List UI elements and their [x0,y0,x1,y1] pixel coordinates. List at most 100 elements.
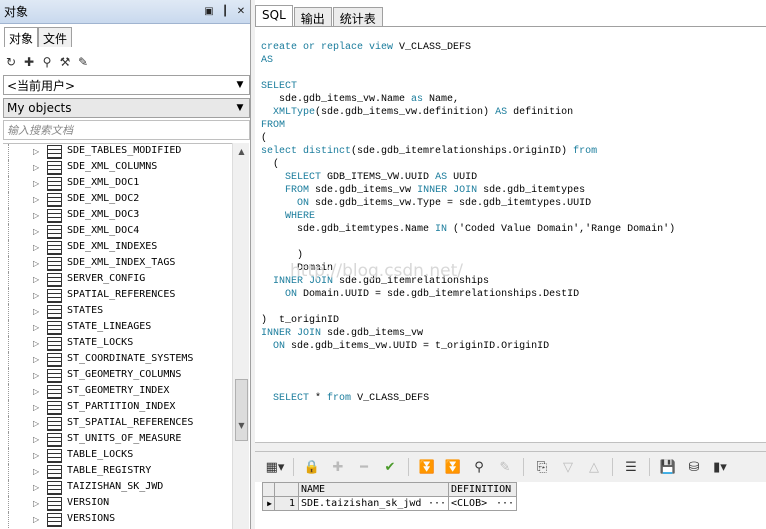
tree-item[interactable]: ▷ TABLE_LOCKS [3,448,232,464]
expand-arrow-icon[interactable]: ▷ [33,499,41,509]
expand-arrow-icon[interactable]: ▷ [33,419,41,429]
expand-arrow-icon[interactable]: ▷ [33,243,41,253]
tree-item[interactable]: ▷ SDE_XML_DOC1 [3,176,232,192]
expand-arrow-icon[interactable]: ▷ [33,163,41,173]
cell-name[interactable]: SDE.taizishan_sk_jwd ··· [298,496,449,511]
export-icon[interactable]: ⛁ [684,457,704,477]
tree-item-label: STATE_LOCKS [67,337,134,348]
splitter[interactable] [255,442,766,452]
expand-arrow-icon[interactable]: ▷ [33,179,41,189]
tab-files[interactable]: 文件 [38,27,73,47]
expand-arrow-icon[interactable]: ▷ [33,387,41,397]
filter-icon[interactable]: ⚒ [58,55,72,69]
tree-item[interactable]: ▷ VERSIONS [3,512,232,528]
delete-record-icon[interactable]: ━ [354,457,374,477]
expand-arrow-icon[interactable]: ▷ [33,227,41,237]
scroll-down-icon[interactable]: ▼ [233,417,250,434]
expand-arrow-icon[interactable]: ▷ [33,483,41,493]
add-icon[interactable]: ✚ [22,55,36,69]
expand-arrow-icon[interactable]: ▷ [33,195,41,205]
cell-definition[interactable]: <CLOB> ··· [448,496,517,511]
tree-item[interactable]: ▷ ST_UNITS_OF_MEASURE [3,432,232,448]
tree-item[interactable]: ▷ TAIZISHAN_SK_JWD [3,480,232,496]
insert-record-icon[interactable]: ✚ [328,457,348,477]
tree-item[interactable]: ▷ STATES [3,304,232,320]
tree-item[interactable]: ▷ STATE_LOCKS [3,336,232,352]
tree-line [8,192,9,208]
expand-arrow-icon[interactable]: ▷ [33,259,41,269]
tree-line [8,208,9,224]
post-changes-icon[interactable]: ✔ [380,457,400,477]
column-header-definition[interactable]: DEFINITION [448,482,517,497]
scroll-up-icon[interactable]: ▲ [233,143,250,160]
tree-item[interactable]: ▷ SDE_XML_DOC2 [3,192,232,208]
find-icon[interactable]: ⚲ [40,55,54,69]
lock-icon[interactable]: 🔒 [302,457,322,477]
expand-arrow-icon[interactable]: ▷ [33,371,41,381]
tree-item[interactable]: ▷ ST_PARTITION_INDEX [3,400,232,416]
table-icon [47,401,62,415]
cell-edit-button[interactable]: ··· [496,498,516,509]
tab-statistics[interactable]: 统计表 [332,7,383,26]
expand-arrow-icon[interactable]: ▷ [33,291,41,301]
query-by-example-icon[interactable]: ⎘ [532,457,552,477]
tree-item[interactable]: ▷ ST_GEOMETRY_INDEX [3,384,232,400]
tree-scrollbar[interactable]: ▲ ▼ [232,143,249,529]
cell-edit-button[interactable]: ··· [428,498,448,509]
user-select[interactable]: <当前用户> ▼ [3,75,250,95]
tree-item[interactable]: ▷ STATE_LINEAGES [3,320,232,336]
objects-select[interactable]: My objects ▼ [3,98,250,118]
record-view-icon[interactable]: ☰ [621,457,641,477]
expand-arrow-icon[interactable]: ▷ [33,211,41,221]
clear-icon[interactable]: ✎ [495,457,515,477]
tree-item[interactable]: ▷ TABLE_REGISTRY [3,464,232,480]
pin-icon[interactable]: ┃ [218,5,232,19]
expand-arrow-icon[interactable]: ▷ [33,147,41,157]
next-icon[interactable]: ▽ [558,457,578,477]
tree-item[interactable]: ▷ ST_GEOMETRY_COLUMNS [3,368,232,384]
expand-arrow-icon[interactable]: ▷ [33,467,41,477]
column-header-name[interactable]: NAME [298,482,449,497]
fetch-next-icon[interactable]: ⏬ [417,457,437,477]
tree-item[interactable]: ▷ VERSION [3,496,232,512]
find-icon[interactable]: ⚲ [469,457,489,477]
expand-arrow-icon[interactable]: ▷ [33,307,41,317]
tree-item[interactable]: ▷ SDE_XML_DOC3 [3,208,232,224]
refresh-icon[interactable]: ↻ [4,55,18,69]
tree-item[interactable]: ▷ SDE_XML_INDEX_TAGS [3,256,232,272]
expand-arrow-icon[interactable]: ▷ [33,451,41,461]
previous-icon[interactable]: △ [584,457,604,477]
expand-arrow-icon[interactable]: ▷ [33,435,41,445]
properties-icon[interactable]: ✎ [76,55,90,69]
tree-item[interactable]: ▷ SPATIAL_REFERENCES [3,288,232,304]
tab-sql[interactable]: SQL [255,5,293,26]
sql-editor[interactable]: create or replace view V_CLASS_DEFS AS S… [255,26,766,442]
window-list-icon[interactable]: ▣ [202,5,216,19]
grid-layout-icon[interactable]: ▦▾ [265,457,285,477]
tree-item[interactable]: ▷ SDE_XML_DOC4 [3,224,232,240]
save-icon[interactable]: 💾 [658,457,678,477]
tree-item[interactable]: ▷ ST_COORDINATE_SYSTEMS [3,352,232,368]
chart-icon[interactable]: ▮▾ [710,457,730,477]
expand-arrow-icon[interactable]: ▷ [33,355,41,365]
expand-arrow-icon[interactable]: ▷ [33,339,41,349]
grid-corner [262,482,275,497]
expand-arrow-icon[interactable]: ▷ [33,515,41,525]
table-icon [47,273,62,287]
expand-arrow-icon[interactable]: ▷ [33,403,41,413]
expand-arrow-icon[interactable]: ▷ [33,275,41,285]
tree-item[interactable]: ▷ SERVER_CONFIG [3,272,232,288]
expand-arrow-icon[interactable]: ▷ [33,323,41,333]
tree-item[interactable]: ▷ SDE_TABLES_MODIFIED [3,144,232,160]
tree-item[interactable]: ▷ ST_SPATIAL_REFERENCES [3,416,232,432]
tab-output[interactable]: 输出 [293,7,332,26]
close-icon[interactable]: ✕ [234,5,248,19]
table-icon [47,177,62,191]
table-icon [47,497,62,511]
tab-objects[interactable]: 对象 [4,27,39,47]
tree-item[interactable]: ▷ SDE_XML_INDEXES [3,240,232,256]
search-input[interactable]: 输入搜索文档 [3,120,250,140]
table-row[interactable]: ▶ 1 SDE.taizishan_sk_jwd ··· <CLOB> ··· [262,496,517,511]
tree-item[interactable]: ▷ SDE_XML_COLUMNS [3,160,232,176]
fetch-last-icon[interactable]: ⏬ [443,457,463,477]
